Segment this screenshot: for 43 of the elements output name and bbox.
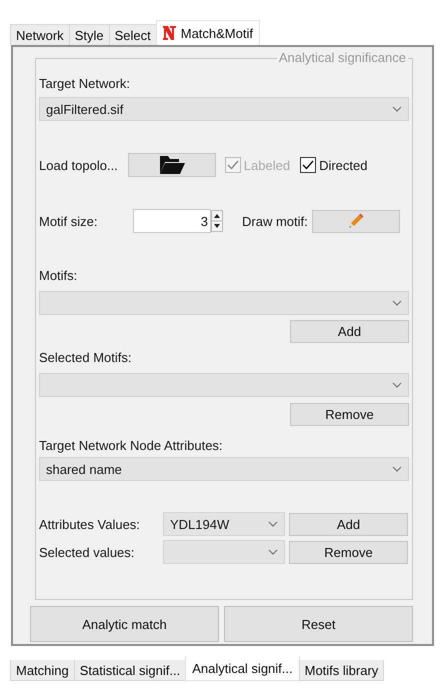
tab[interactable]: Motifs library [298, 660, 384, 681]
tab[interactable]: Select [108, 24, 157, 45]
remove-button[interactable]: Remove [289, 540, 408, 564]
attribute-values-dropdown[interactable]: YDL194W [163, 512, 285, 536]
open-file-button[interactable] [128, 153, 216, 177]
tab[interactable]: Style [68, 24, 110, 45]
analytic-match-button[interactable]: Analytic match [30, 606, 219, 642]
field-label: Motifs: [39, 268, 78, 283]
field-label: Target Network: [39, 76, 130, 91]
spin-arrows-icon[interactable] [211, 210, 223, 232]
remove-button[interactable]: Remove [290, 403, 409, 426]
field-label: Motif size: [39, 214, 98, 228]
network-dropdown[interactable]: galFiltered.sif [39, 97, 409, 121]
field-label: Draw motif: [242, 214, 308, 228]
folder-icon [158, 155, 185, 175]
group-title: Analytical significance [276, 50, 408, 65]
tab[interactable]: Network [10, 24, 70, 45]
add-button[interactable]: Add [290, 320, 409, 343]
field-label: Selected Motifs: [39, 350, 132, 365]
chevron-down-icon [268, 549, 278, 555]
field-label: Attributes Values: [39, 516, 140, 532]
tab[interactable]: Match&Motif [156, 20, 260, 45]
checkbox-label: Directed [319, 158, 368, 172]
motif-size-field[interactable]: 3 [133, 209, 211, 233]
plugin-icon [162, 26, 176, 40]
add-button[interactable]: Add [289, 512, 408, 536]
chevron-down-icon [392, 106, 402, 112]
tab[interactable]: Statistical signif... [74, 660, 186, 681]
attributes-dropdown[interactable]: shared name [39, 457, 409, 481]
chevron-down-icon [392, 466, 402, 472]
chevron-down-icon [268, 521, 278, 527]
reset-button[interactable]: Reset [224, 606, 413, 642]
tab[interactable]: Matching [10, 660, 75, 681]
field-label: Target Network Node Attributes: [39, 438, 223, 453]
field-label: Selected values: [39, 544, 134, 560]
draw-motif-button[interactable] [312, 210, 400, 232]
checkbox[interactable] [300, 157, 316, 173]
tab[interactable]: Analytical signif... [185, 656, 300, 681]
checkbox-label: Labeled [244, 158, 290, 172]
pencil-icon [348, 213, 364, 229]
chevron-down-icon [392, 300, 402, 306]
chevron-down-icon [392, 382, 402, 388]
field-label: Load topolo... [39, 158, 118, 172]
